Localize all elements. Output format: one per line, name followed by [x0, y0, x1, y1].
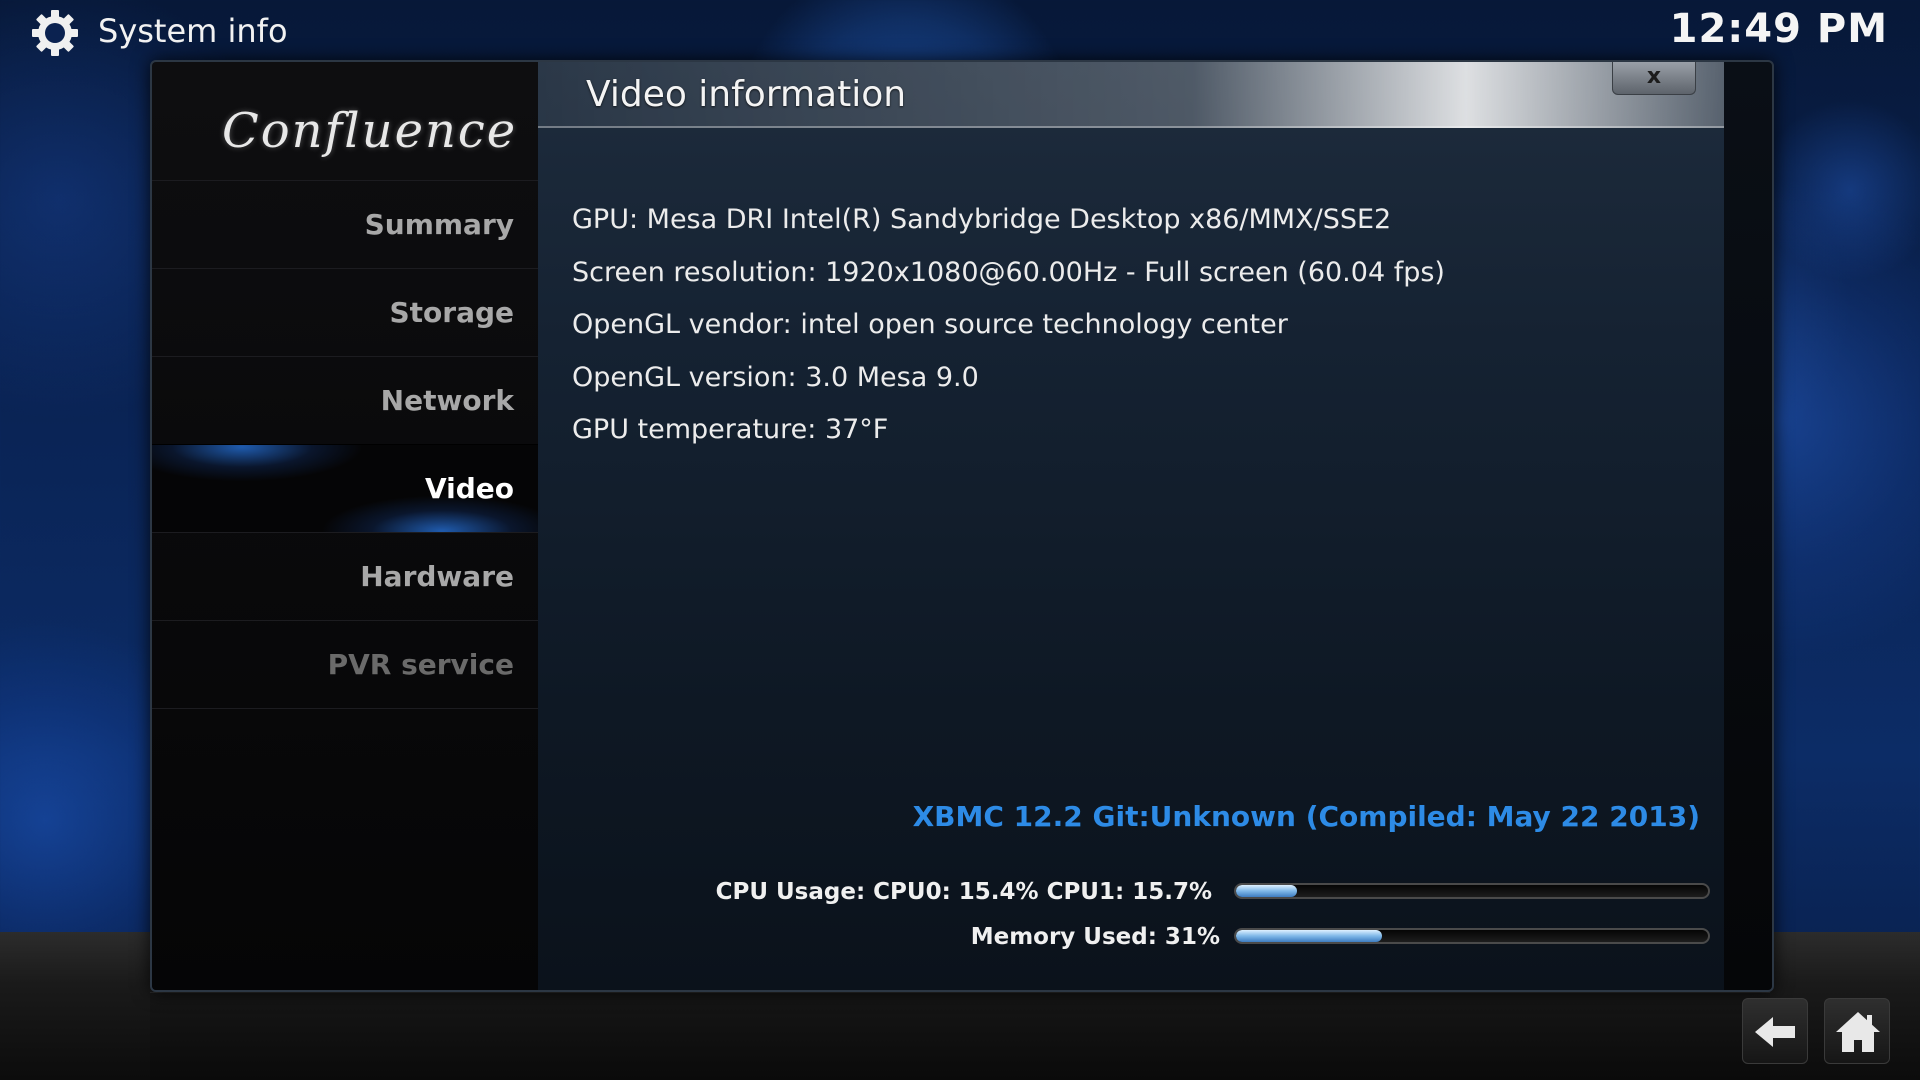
- sidebar-item-hardware[interactable]: Hardware: [152, 532, 538, 620]
- gear-icon: [30, 8, 80, 58]
- sidebar-item-storage[interactable]: Storage: [152, 268, 538, 356]
- video-info-list: GPU: Mesa DRI Intel(R) Sandybridge Deskt…: [572, 194, 1445, 457]
- memory-usage-label: Memory Used: 31%: [970, 924, 1220, 950]
- bottom-panel: [150, 992, 1770, 1080]
- cpu-usage-fill: [1236, 885, 1298, 897]
- sidebar-item-summary[interactable]: Summary: [152, 180, 538, 268]
- clock: 12:49 PM: [1669, 6, 1888, 52]
- window-edge: [1724, 62, 1772, 990]
- sidebar-item-pvr-service[interactable]: PVR service: [152, 620, 538, 708]
- memory-usage-bar: [1234, 928, 1710, 944]
- info-gpu: GPU: Mesa DRI Intel(R) Sandybridge Deskt…: [572, 204, 1392, 235]
- version-label: XBMC 12.2 Git:Unknown (Compiled: May 22 …: [912, 800, 1700, 833]
- info-opengl-version: OpenGL version: 3.0 Mesa 9.0: [572, 361, 979, 393]
- info-opengl-vendor: OpenGL vendor: intel open source technol…: [572, 309, 1288, 340]
- back-button[interactable]: [1742, 998, 1808, 1064]
- sidebar-item-video[interactable]: Video: [152, 444, 538, 532]
- info-gpu-temperature: GPU temperature: 37°F: [572, 414, 889, 445]
- memory-usage-fill: [1236, 930, 1383, 942]
- info-screen-resolution: Screen resolution: 1920x1080@60.00Hz - F…: [572, 256, 1445, 288]
- home-button[interactable]: [1824, 998, 1890, 1064]
- sidebar-menu: Summary Storage Network Video Hardware P…: [152, 180, 538, 710]
- confluence-logo: Confluence: [222, 103, 518, 159]
- sidebar-item-network[interactable]: Network: [152, 356, 538, 444]
- sidebar: Confluence Summary Storage Network Video…: [152, 62, 538, 990]
- system-info-window: Confluence Summary Storage Network Video…: [150, 60, 1774, 992]
- memory-usage-row: Memory Used: 31%: [572, 915, 1710, 959]
- cpu-usage-bar: [1234, 883, 1710, 899]
- close-icon: x: [1646, 64, 1662, 89]
- section-title: Video information: [586, 74, 907, 115]
- close-button[interactable]: x: [1612, 62, 1696, 95]
- page-title: System info: [98, 12, 288, 50]
- cpu-usage-row: CPU Usage: CPU0: 15.4% CPU1: 15.7%: [572, 870, 1710, 914]
- back-arrow-icon: [1755, 1017, 1795, 1047]
- home-icon: [1836, 1012, 1880, 1052]
- cpu-usage-label: CPU Usage: CPU0: 15.4% CPU1: 15.7%: [715, 879, 1212, 905]
- window-header: Video information: [538, 62, 1728, 128]
